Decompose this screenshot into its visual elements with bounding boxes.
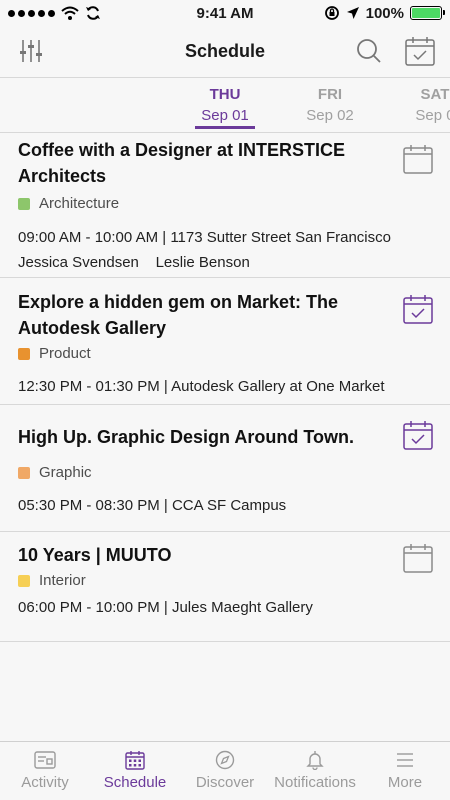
category-label: Architecture (39, 195, 120, 212)
date-tab-date: Sep 01 (201, 107, 249, 124)
tab-label: Discover (195, 774, 255, 791)
event-item[interactable]: 10 Years | MUUTO Interior 06:00 PM - 10:… (0, 532, 450, 642)
search-button[interactable] (356, 38, 382, 69)
date-tab-date: Sep 0 (415, 107, 450, 124)
status-right: 100% (324, 4, 445, 22)
battery-icon (410, 6, 445, 20)
category-label: Graphic (39, 464, 92, 481)
category-swatch (18, 574, 30, 587)
event-title: Coffee with a Designer at INTERSTICE Arc… (18, 140, 346, 186)
active-date-indicator (195, 126, 255, 129)
sync-icon (86, 6, 100, 20)
orientation-lock-icon (324, 6, 339, 20)
event-item[interactable]: Coffee with a Designer at INTERSTICE Arc… (0, 133, 450, 278)
event-time-location: 09:00 AM - 10:00 AM | 1173 Sutter Street… (18, 229, 391, 246)
calendar-icon (125, 751, 145, 770)
tab-label: Schedule (103, 774, 167, 791)
tab-label: More (387, 774, 423, 791)
calendar-check-icon (405, 37, 435, 66)
status-bar: 9:41 AM 100% (0, 0, 450, 26)
event-title: Explore a hidden gem on Market: The Auto… (18, 292, 339, 338)
event-list: Coffee with a Designer at INTERSTICE Arc… (0, 133, 450, 642)
bell-icon (306, 751, 324, 770)
compass-icon (215, 750, 235, 770)
add-to-schedule-button[interactable] (402, 419, 434, 451)
activity-icon (34, 751, 56, 769)
status-left (8, 5, 101, 21)
category-swatch (18, 466, 30, 479)
event-category: Graphic (18, 464, 432, 481)
tab-more[interactable]: More (360, 742, 450, 800)
add-to-schedule-button[interactable] (402, 293, 434, 325)
date-tab-dow: SAT (420, 86, 450, 103)
event-time-location: 05:30 PM - 08:30 PM | CCA SF Campus (18, 497, 287, 514)
menu-icon (397, 753, 413, 767)
add-to-schedule-button[interactable] (402, 143, 434, 175)
calendar-icon (403, 145, 433, 174)
location-icon (346, 7, 359, 19)
page-title: Schedule (184, 41, 266, 61)
event-item[interactable]: Explore a hidden gem on Market: The Auto… (0, 278, 450, 405)
category-label: Interior (39, 572, 86, 589)
filter-button[interactable] (18, 38, 44, 69)
sliders-icon (20, 40, 42, 62)
event-time-location: 06:00 PM - 10:00 PM | Jules Maeght Galle… (18, 599, 313, 616)
tab-schedule[interactable]: Schedule (90, 742, 180, 800)
tab-discover[interactable]: Discover (180, 742, 270, 800)
date-tab-sat[interactable]: SAT Sep 0 (395, 86, 450, 124)
battery-percent: 100% (365, 4, 404, 22)
category-label: Product (39, 345, 91, 362)
wifi-icon (61, 6, 79, 20)
tab-bar: Activity Schedule Discover Notifications… (0, 741, 450, 800)
event-category: Product (18, 345, 432, 362)
date-tab-dow: FRI (317, 86, 343, 103)
nav-bar: Schedule (0, 26, 450, 78)
calendar-icon (403, 544, 433, 573)
date-tab-thu[interactable]: THU Sep 01 (185, 86, 265, 129)
event-people: Jessica Svendsen Leslie Benson (18, 254, 250, 271)
calendar-check-icon (403, 421, 433, 450)
add-to-schedule-button[interactable] (402, 542, 434, 574)
tab-activity[interactable]: Activity (0, 742, 90, 800)
event-time-location: 12:30 PM - 01:30 PM | Autodesk Gallery a… (18, 378, 385, 395)
my-schedule-button[interactable] (404, 35, 436, 72)
event-title: 10 Years | MUUTO (18, 545, 172, 565)
event-category: Interior (18, 572, 432, 589)
tab-label: Notifications (274, 774, 356, 791)
event-category: Architecture (18, 195, 432, 212)
date-tab-dow: THU (209, 86, 241, 103)
tab-label: Activity (21, 774, 69, 791)
event-title: High Up. Graphic Design Around Town. (18, 427, 354, 447)
search-icon (357, 39, 381, 63)
calendar-check-icon (403, 295, 433, 324)
date-tab-date: Sep 02 (306, 107, 354, 124)
category-swatch (18, 197, 30, 210)
category-swatch (18, 347, 30, 360)
event-item[interactable]: High Up. Graphic Design Around Town. Gra… (0, 405, 450, 532)
tab-notifications[interactable]: Notifications (270, 742, 360, 800)
date-selector: THU Sep 01 FRI Sep 02 SAT Sep 0 (0, 78, 450, 133)
signal-icon (8, 9, 55, 17)
date-tab-fri[interactable]: FRI Sep 02 (290, 86, 370, 124)
